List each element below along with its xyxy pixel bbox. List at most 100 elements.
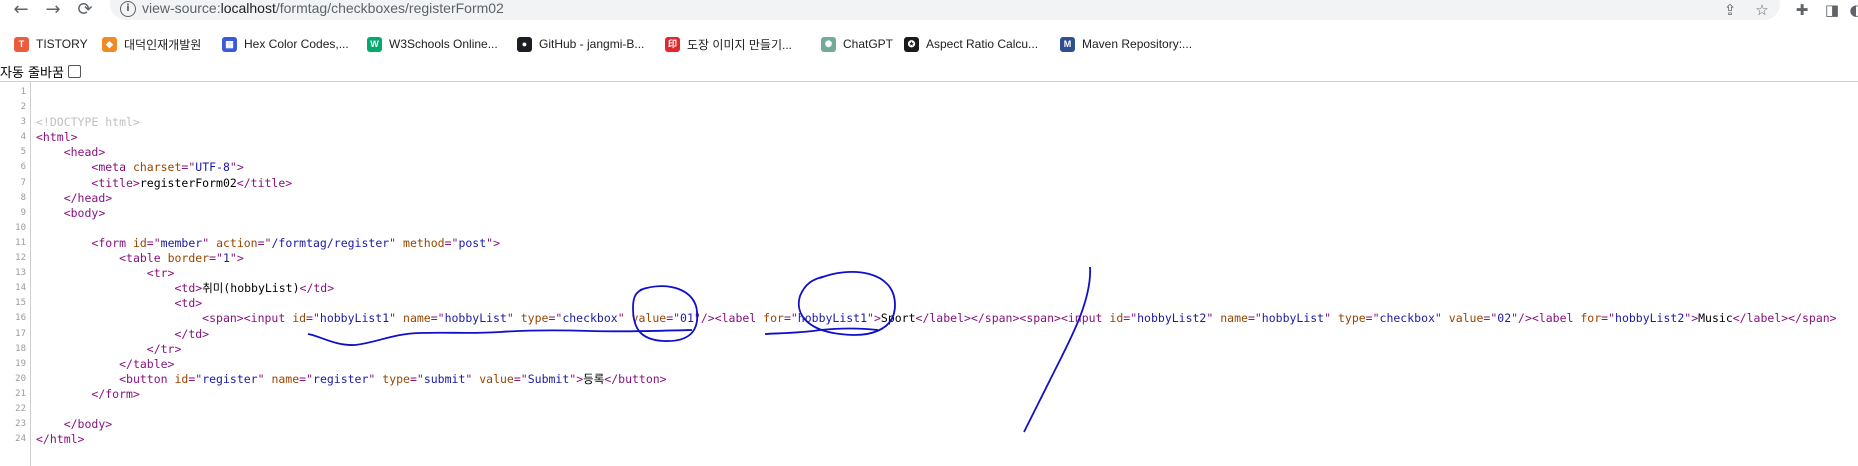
source-line: 23 </body> — [0, 417, 1858, 432]
line-code: <table border="1"> — [36, 251, 244, 266]
code-token: </td> — [174, 326, 210, 341]
reload-icon[interactable]: ⟳ — [74, 0, 96, 20]
line-number: 19 — [15, 358, 26, 369]
line-code: </form> — [36, 386, 140, 402]
code-token: =" — [430, 311, 445, 326]
code-token: "/> — [1511, 311, 1532, 326]
line-code: </html> — [36, 432, 84, 447]
code-token: Submit — [527, 371, 570, 386]
bookmark-label: 대덕인재개발원 — [124, 37, 202, 52]
code-token: </body> — [63, 417, 113, 432]
code-token: </label> — [915, 311, 971, 326]
code-token: =" — [306, 311, 320, 326]
star-icon[interactable]: ☆ — [1752, 0, 1772, 20]
bookmark-item[interactable]: ● GitHub - jangmi-B... — [517, 35, 644, 53]
bookmark-item[interactable]: ◆ 대덕인재개발원 — [102, 35, 201, 53]
source-line: 17 </td> — [0, 327, 1858, 342]
code-token: value — [479, 371, 514, 386]
back-icon[interactable]: ← — [10, 0, 32, 20]
code-token: </table> — [119, 356, 175, 371]
code-token: =" — [513, 371, 528, 386]
forward-icon[interactable]: → — [42, 0, 64, 20]
line-number: 7 — [20, 177, 26, 188]
line-code: </body> — [36, 417, 112, 432]
line-number: 4 — [20, 132, 26, 143]
bookmark-item[interactable]: W W3Schools Online... — [367, 35, 498, 53]
code-token: =" — [444, 235, 459, 250]
browser-chrome: ← → ⟳ i view-source:localhost/formtag/ch… — [0, 0, 1858, 81]
code-token: </button> — [604, 371, 667, 386]
bookmark-label: ChatGPT — [843, 37, 894, 51]
line-wrap-checkbox[interactable] — [67, 64, 81, 78]
code-token: method — [403, 235, 445, 250]
code-token: Sport — [880, 311, 916, 326]
bookmark-favicon-icon: 印 — [665, 36, 680, 52]
code-token: "> — [229, 251, 244, 266]
bookmark-item[interactable]: 印 도장 이미지 만들기... — [665, 35, 792, 53]
extensions-icon[interactable]: ✚ — [1792, 0, 1812, 20]
line-number: 1 — [20, 87, 26, 97]
code-token: hobbyList2 — [1615, 311, 1685, 326]
profile-icon[interactable]: ◐ — [1846, 0, 1858, 20]
code-token: 1 — [222, 251, 230, 266]
code-token: " — [1324, 311, 1338, 326]
bookmark-label: Hex Color Codes,... — [244, 37, 349, 51]
code-token: action — [216, 235, 258, 250]
line-code: <head> — [36, 145, 106, 160]
bookmark-item[interactable]: T TISTORY — [14, 35, 88, 53]
code-token: " — [1206, 311, 1221, 326]
bookmark-item[interactable]: M Maven Repository:... — [1060, 35, 1192, 53]
bookmark-item[interactable]: ✪ Aspect Ratio Calcu... — [904, 35, 1038, 53]
code-token: </form> — [91, 386, 140, 401]
code-token: type — [382, 371, 410, 386]
code-token: 등록 — [583, 371, 605, 386]
share-icon[interactable]: ⇪ — [1720, 0, 1740, 20]
code-token: <td> — [174, 296, 203, 311]
url-path: /formtag/checkboxes/registerForm02 — [275, 0, 504, 16]
code-token: 02 — [1497, 311, 1512, 326]
line-number: 17 — [15, 328, 26, 339]
line-number: 5 — [20, 147, 26, 158]
bookmark-item[interactable]: ✺ ChatGPT — [821, 35, 893, 53]
code-token: checkbox — [562, 311, 618, 326]
line-wrap-toggle[interactable]: 자동 줄바꿈 — [0, 62, 81, 81]
code-token: register — [202, 371, 258, 386]
url-text[interactable]: view-source:localhost/formtag/checkboxes… — [142, 0, 504, 16]
source-line: 4 <html> — [0, 130, 1858, 145]
code-token: =" — [209, 251, 223, 266]
code-token: hobbyList — [444, 311, 507, 326]
code-token: =" — [257, 235, 272, 250]
source-line: 14 <td>취미(hobbyList)</td> — [0, 281, 1858, 296]
bookmark-item[interactable]: ▦ Hex Color Codes,... — [222, 35, 349, 53]
code-token: <html> — [36, 130, 78, 145]
source-line: 20 <button id="register" name="register"… — [0, 372, 1858, 387]
code-token: =" — [1123, 311, 1138, 326]
line-code: <td>취미(hobbyList)</td> — [36, 281, 334, 296]
code-token: =" — [188, 371, 203, 386]
code-token: for — [1580, 311, 1602, 326]
code-token: <label — [714, 311, 764, 326]
code-token: <meta — [91, 160, 133, 175]
line-number: 16 — [15, 313, 26, 324]
line-number: 13 — [15, 268, 26, 279]
code-token: <body> — [63, 205, 106, 220]
url-host: localhost — [220, 0, 276, 16]
code-token: border — [167, 251, 210, 266]
line-number: 10 — [15, 222, 26, 233]
code-token: =" — [1365, 311, 1380, 326]
sidepanel-icon[interactable]: ◨ — [1822, 0, 1842, 20]
code-token: "> — [867, 311, 881, 326]
code-token: name — [403, 311, 431, 326]
info-icon[interactable]: i — [120, 1, 136, 17]
source-line: 1 — [0, 85, 1858, 100]
code-token: <title> — [91, 175, 140, 190]
address-row: ← → ⟳ i view-source:localhost/formtag/ch… — [0, 0, 1858, 22]
bookmark-label: TISTORY — [36, 37, 88, 51]
source-code: 1 2 3 <!DOCTYPE html> 4 <html> 5 <head> 6 <meta… — [0, 85, 1858, 447]
